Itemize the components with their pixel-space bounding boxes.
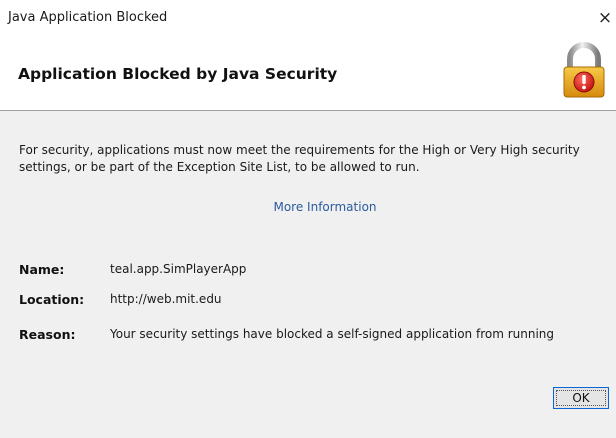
reason-value: Your security settings have blocked a se… — [110, 327, 555, 341]
padlock-warning-icon — [563, 42, 605, 98]
window-title: Java Application Blocked — [8, 10, 168, 25]
dialog-body: For security, applications must now meet… — [0, 111, 616, 438]
location-value: http://web.mit.edu — [110, 292, 222, 306]
close-icon: × — [597, 8, 613, 28]
name-value: teal.app.SimPlayerApp — [110, 262, 247, 276]
java-blocked-dialog: Java Application Blocked × Application B… — [0, 0, 616, 438]
title-bar: Java Application Blocked × — [0, 0, 616, 38]
name-label: Name: — [19, 262, 65, 277]
close-button[interactable]: × — [594, 4, 616, 32]
location-label: Location: — [19, 292, 85, 307]
reason-label: Reason: — [19, 327, 76, 342]
more-information-link[interactable]: More Information — [0, 200, 616, 214]
dialog-header: Application Blocked by Java Security — [0, 38, 616, 110]
security-message: For security, applications must now meet… — [19, 143, 580, 174]
header-title: Application Blocked by Java Security — [18, 65, 338, 83]
ok-button[interactable]: OK — [553, 387, 609, 409]
